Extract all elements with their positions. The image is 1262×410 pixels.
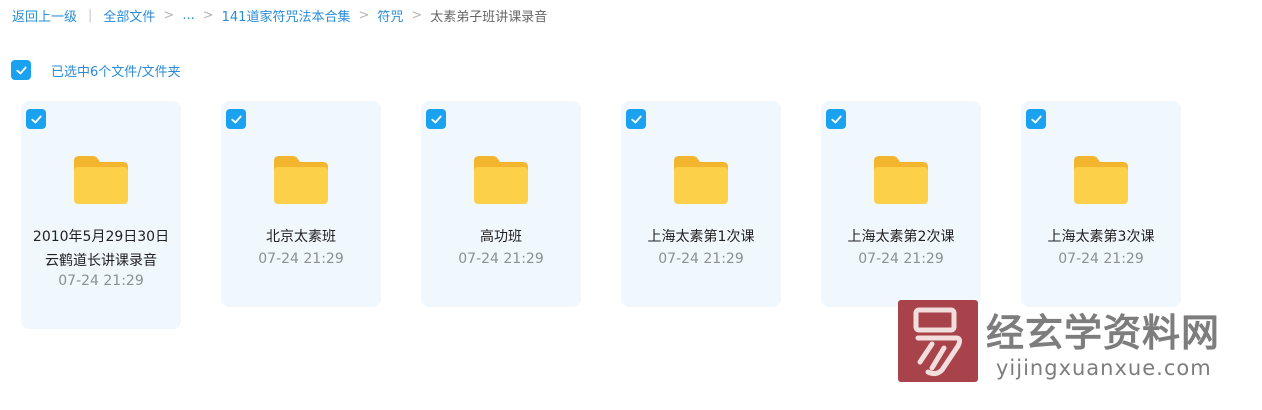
check-icon [630,115,642,123]
watermark-seal-logo [898,300,978,382]
file-checkbox[interactable] [426,109,446,129]
breadcrumb-folder-talisman[interactable]: 符咒 [377,6,403,25]
breadcrumb-ellipsis[interactable]: ... [182,8,194,23]
file-date: 07-24 21:29 [858,251,944,267]
file-card[interactable]: 高功班 07-24 21:29 [421,101,581,307]
file-date: 07-24 21:29 [58,273,144,289]
file-name: 上海太素第1次课 [647,229,755,245]
breadcrumb-all-files[interactable]: 全部文件 [103,6,155,25]
select-all-checkbox[interactable] [11,60,31,80]
file-name: 上海太素第3次课 [1047,229,1155,245]
breadcrumb-current: 太素弟子班讲课录音 [430,9,548,25]
file-date: 07-24 21:29 [258,251,344,267]
file-name: 高功班 [480,229,522,245]
selection-count-label: 已选中6个文件/文件夹 [51,64,181,80]
folder-icon [874,156,928,204]
check-icon [230,115,242,123]
file-checkbox[interactable] [626,109,646,129]
breadcrumb: 返回上一级 | 全部文件 > ... > 141道家符咒法本合集 > 符咒 > … [12,5,547,25]
check-icon [1030,115,1042,123]
back-link[interactable]: 返回上一级 [12,6,77,25]
check-icon [30,115,42,123]
check-icon [830,115,842,123]
chevron-right-icon: > [358,7,370,23]
folder-icon [674,156,728,204]
file-checkbox[interactable] [1026,109,1046,129]
file-checkbox[interactable] [226,109,246,129]
file-card[interactable]: 上海太素第1次课 07-24 21:29 [621,101,781,307]
folder-icon [274,156,328,204]
folder-icon [1074,156,1128,204]
watermark-url: yijingxuanxue.com [996,356,1212,380]
folder-icon [474,156,528,204]
file-checkbox[interactable] [26,109,46,129]
file-date: 07-24 21:29 [658,251,744,267]
file-name: 2010年5月29日30日云鹤道长讲课录音 [32,229,170,269]
file-date: 07-24 21:29 [1058,251,1144,267]
file-name: 上海太素第2次课 [847,229,955,245]
file-name: 北京太素班 [266,229,336,245]
breadcrumb-folder-collection[interactable]: 141道家符咒法本合集 [222,6,351,25]
folder-icon [74,156,128,204]
select-all-row: 已选中6个文件/文件夹 [11,60,181,80]
watermark: 经玄学资料网 yijingxuanxue.com [898,300,1238,384]
breadcrumb-separator: | [88,7,93,23]
file-checkbox[interactable] [826,109,846,129]
watermark-title: 经玄学资料网 [986,311,1221,355]
chevron-right-icon: > [163,7,175,23]
file-card[interactable]: 2010年5月29日30日云鹤道长讲课录音 07-24 21:29 [21,101,181,329]
file-card[interactable]: 上海太素第3次课 07-24 21:29 [1021,101,1181,307]
check-icon [430,115,442,123]
file-card[interactable]: 北京太素班 07-24 21:29 [221,101,381,307]
chevron-right-icon: > [411,7,423,23]
chevron-right-icon: > [202,7,214,23]
check-icon [15,66,27,74]
file-card[interactable]: 上海太素第2次课 07-24 21:29 [821,101,981,307]
seal-glyph-icon [913,307,963,377]
file-date: 07-24 21:29 [458,251,544,267]
